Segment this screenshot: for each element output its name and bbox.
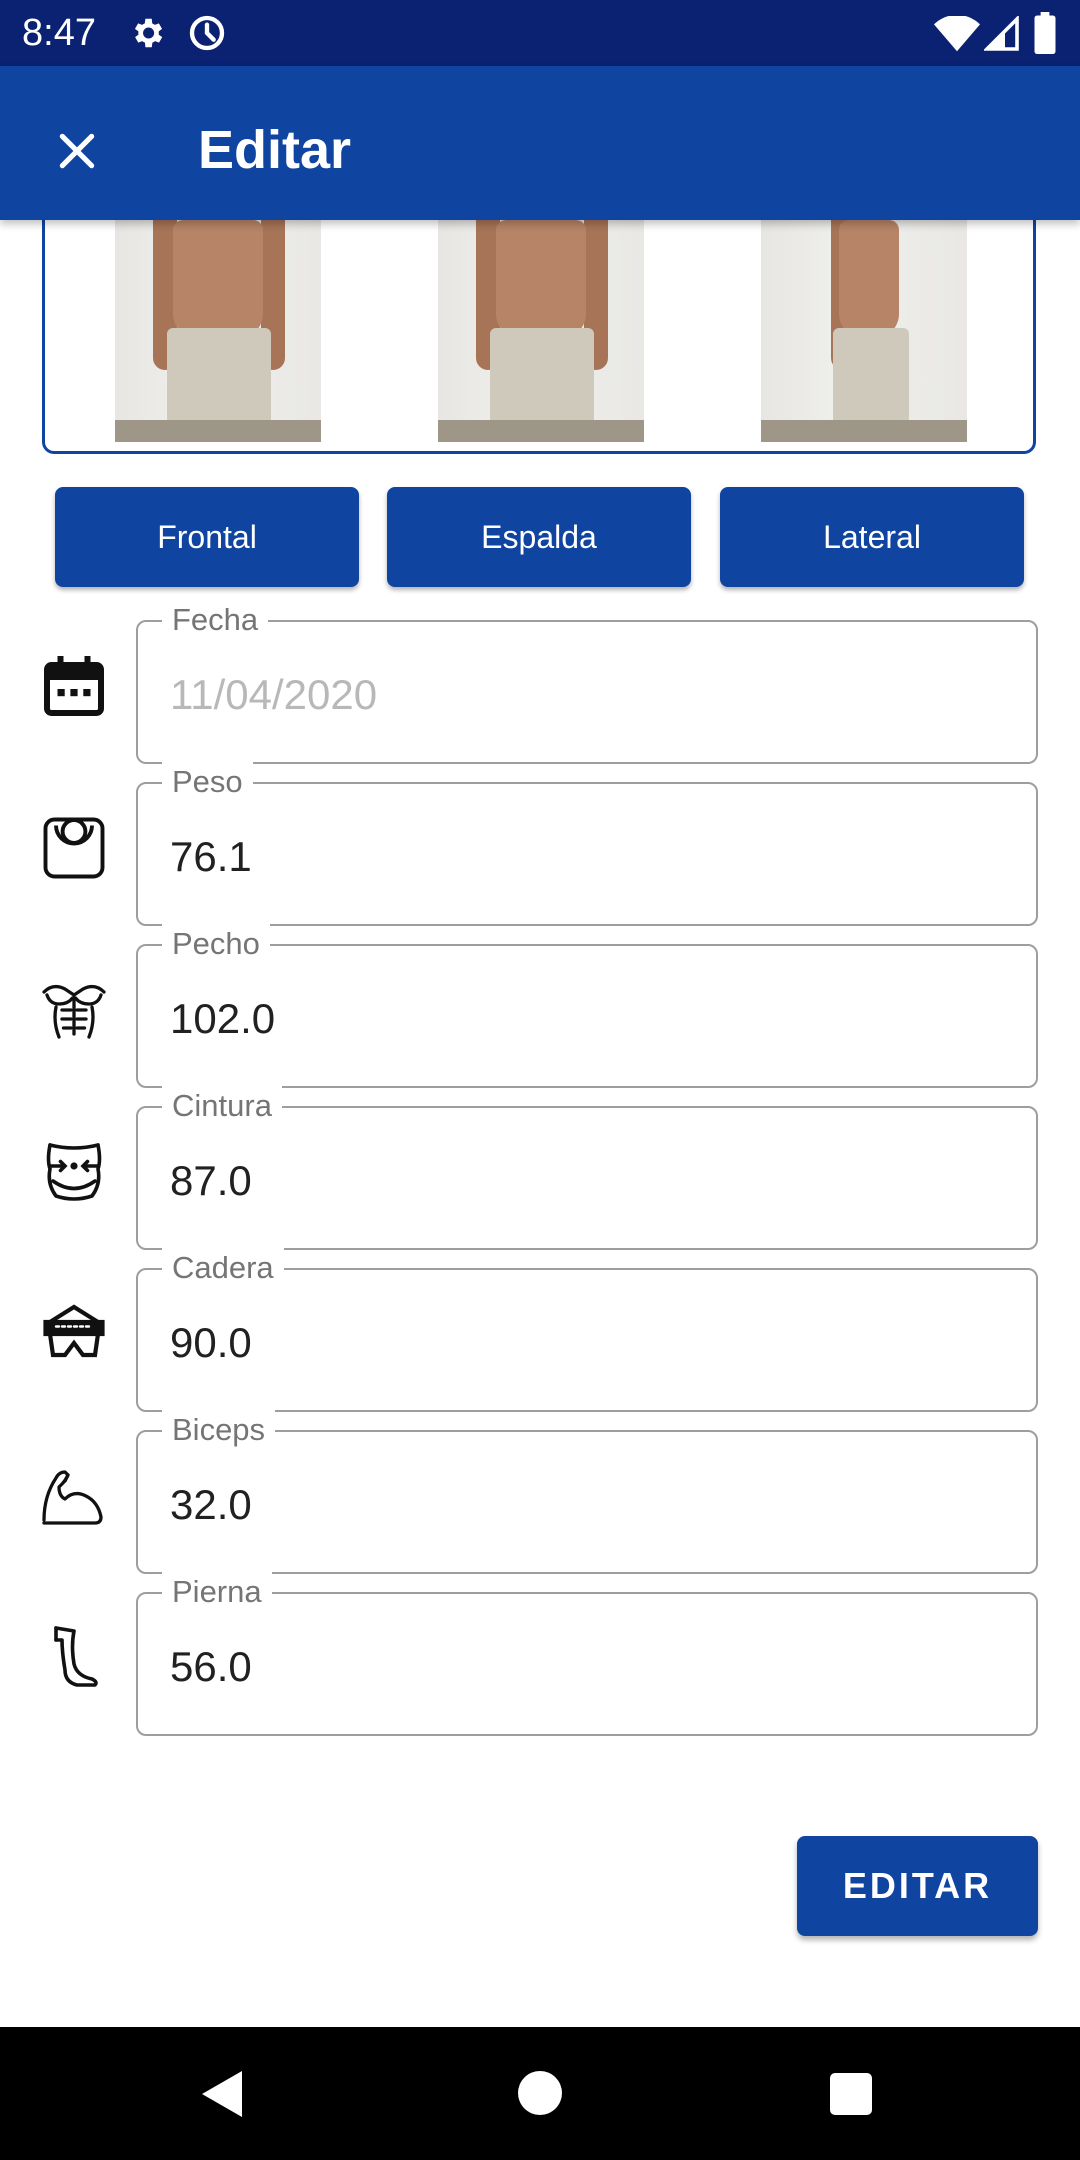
photo-preview-card	[42, 190, 1036, 454]
cintura-label: Cintura	[162, 1086, 282, 1126]
pierna-value: 56.0	[170, 1643, 252, 1690]
chest-icon	[42, 984, 106, 1039]
app-bar: Editar	[0, 66, 1080, 220]
gear-icon	[134, 18, 163, 48]
waist-icon	[46, 1143, 102, 1201]
peso-value: 76.1	[170, 833, 252, 880]
pecho-field[interactable]: Pecho 102.0	[136, 924, 1038, 1088]
cadera-value: 90.0	[170, 1319, 252, 1366]
cintura-field[interactable]: Cintura 87.0	[136, 1086, 1038, 1250]
cintura-value: 87.0	[170, 1157, 252, 1204]
recents-icon[interactable]	[830, 2073, 872, 2115]
home-icon[interactable]	[518, 2071, 562, 2115]
hip-icon	[43, 1304, 105, 1358]
signal-icon	[984, 16, 1019, 51]
field-row-cadera: Cadera 90.0	[0, 1248, 1080, 1414]
field-row-peso: Peso 76.1	[0, 762, 1080, 928]
navigation-bar	[0, 2027, 1080, 2160]
pecho-label: Pecho	[162, 924, 270, 964]
front-photo[interactable]	[115, 220, 321, 442]
status-time: 8:47	[22, 12, 96, 54]
field-row-fecha: Fecha 11/04/2020	[0, 600, 1080, 766]
pierna-label: Pierna	[162, 1572, 272, 1612]
field-row-pecho: Pecho 102.0	[0, 924, 1080, 1090]
page-title: Editar	[198, 120, 352, 180]
leg-icon	[54, 1626, 98, 1687]
biceps-field[interactable]: Biceps 32.0	[136, 1410, 1038, 1574]
status-bar: 8:47	[0, 0, 1080, 66]
frontal-button[interactable]: Frontal	[55, 487, 359, 587]
field-row-cintura: Cintura 87.0	[0, 1086, 1080, 1252]
biceps-value: 32.0	[170, 1481, 252, 1528]
back-photo[interactable]	[438, 220, 644, 442]
fecha-field[interactable]: Fecha 11/04/2020	[136, 600, 1038, 764]
pecho-value: 102.0	[170, 995, 276, 1042]
fecha-value: 11/04/2020	[170, 671, 378, 718]
close-icon	[59, 133, 95, 169]
lateral-button[interactable]: Lateral	[720, 487, 1024, 587]
peso-label: Peso	[162, 762, 253, 802]
biceps-label: Biceps	[162, 1410, 276, 1450]
cadera-field[interactable]: Cadera 90.0	[136, 1248, 1038, 1412]
close-button[interactable]	[44, 118, 110, 184]
fecha-label: Fecha	[162, 600, 269, 640]
data-saver-icon	[189, 15, 225, 51]
scale-icon	[43, 817, 105, 879]
wifi-icon	[934, 16, 980, 52]
espalda-button[interactable]: Espalda	[387, 487, 691, 587]
battery-icon	[1034, 12, 1056, 54]
cadera-label: Cadera	[162, 1248, 284, 1288]
bicep-icon	[42, 1470, 103, 1525]
pierna-field[interactable]: Pierna 56.0	[136, 1572, 1038, 1736]
calendar-icon	[44, 656, 104, 716]
side-photo[interactable]	[761, 220, 967, 442]
field-row-pierna: Pierna 56.0	[0, 1572, 1080, 1738]
peso-field[interactable]: Peso 76.1	[136, 762, 1038, 926]
back-icon[interactable]	[200, 2069, 244, 2119]
editar-button[interactable]: EDITAR	[797, 1836, 1038, 1936]
field-row-biceps: Biceps 32.0	[0, 1410, 1080, 1576]
